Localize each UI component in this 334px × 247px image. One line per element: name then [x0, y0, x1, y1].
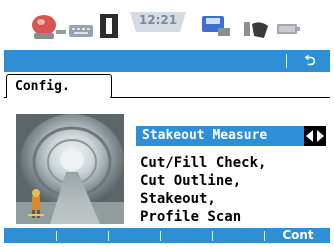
device-frame: 12:21 ⮌ Config. Stakeout Measure Cut/Fil…: [0, 0, 334, 247]
description-line: Cut/Fill Check,: [140, 155, 267, 171]
softkey-divider: [108, 231, 109, 241]
clock-icon[interactable]: 12:21: [128, 10, 188, 34]
stakeout-measure-value: Stakeout Measure: [142, 128, 268, 143]
left-right-arrows-icon[interactable]: [304, 126, 326, 146]
softkey-divider: [56, 231, 57, 241]
disk-icon[interactable]: [200, 14, 232, 38]
mouse-icon[interactable]: [242, 18, 272, 40]
tab-config-label: Config.: [15, 79, 70, 94]
clock-text: 12:21: [138, 13, 178, 27]
title-strip: ⮌: [4, 50, 330, 72]
undo-icon: ⮌: [304, 53, 316, 69]
description-line: Stakeout,: [140, 191, 216, 207]
status-bar: 12:21: [4, 4, 330, 50]
keyboard-icon[interactable]: [68, 24, 94, 38]
battery-icon[interactable]: [276, 22, 302, 36]
tab-config[interactable]: Config.: [6, 74, 112, 101]
memory-card-icon[interactable]: [98, 12, 120, 40]
softkey-divider: [160, 231, 161, 241]
tab-bar: Config.: [4, 72, 330, 101]
softkey-divider: [212, 231, 213, 241]
tunnel-illustration: [16, 114, 124, 224]
undo-button[interactable]: ⮌: [290, 50, 330, 72]
stakeout-measure-selector[interactable]: Stakeout Measure: [136, 126, 304, 146]
satellite-icon[interactable]: [28, 14, 68, 40]
softkey-divider: [264, 231, 265, 241]
main-panel: Stakeout Measure Cut/Fill Check, Cut Out…: [4, 98, 330, 228]
softkey-bar: Cont: [4, 228, 330, 243]
cont-button[interactable]: Cont: [266, 228, 330, 243]
function-description: Cut/Fill Check, Cut Outline, Stakeout, P…: [140, 154, 328, 226]
device-screen: 12:21 ⮌ Config. Stakeout Measure Cut/Fil…: [4, 4, 330, 243]
strip-divider: [286, 54, 287, 68]
description-line: Profile Scan: [140, 209, 242, 225]
description-line: Cut Outline,: [140, 173, 242, 189]
